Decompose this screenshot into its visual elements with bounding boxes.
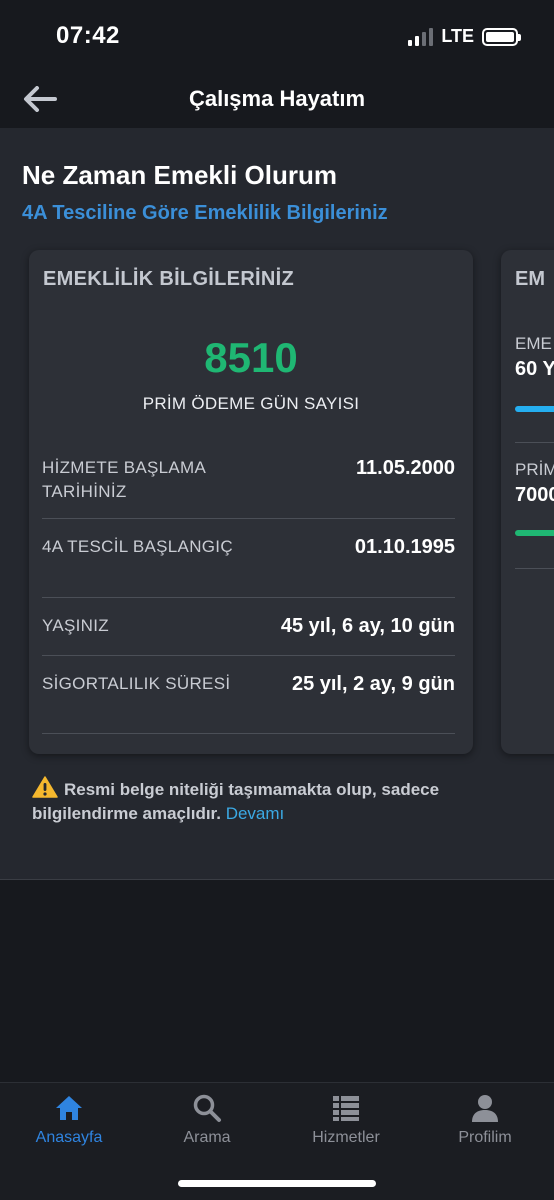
profile-icon xyxy=(472,1095,498,1122)
info-row-registration-start: 4A TESCİL BAŞLANGIÇ 01.10.1995 xyxy=(42,535,455,598)
tab-services[interactable]: Hizmetler xyxy=(277,1093,415,1153)
card-title: EM xyxy=(515,268,545,290)
progress-bar xyxy=(515,530,554,536)
retirement-info-card[interactable]: EMEKLİLİK BİLGİLERİNİZ 8510 PRİM ÖDEME G… xyxy=(29,250,473,754)
info-value: 11.05.2000 xyxy=(356,457,455,479)
page-subtitle-link[interactable]: 4A Tesciline Göre Emeklilik Bilgileriniz xyxy=(22,202,388,225)
info-row-start-date: HİZMETE BAŞLAMA TARİHİNİZ 11.05.2000 xyxy=(42,456,455,519)
premium-days-label: PRİM ÖDEME GÜN SAYISI xyxy=(142,394,360,413)
info-label: 4A TESCİL BAŞLANGIÇ xyxy=(42,537,233,556)
info-label: HİZMETE BAŞLAMA TARİHİNİZ xyxy=(42,458,206,501)
info-value: 01.10.1995 xyxy=(354,536,455,558)
requirement-label: PRİM xyxy=(515,460,554,479)
signal-icon xyxy=(408,27,434,46)
nav-title: Çalışma Hayatım xyxy=(188,86,366,111)
progress-bar xyxy=(515,406,554,412)
battery-icon xyxy=(482,27,521,46)
card-title: EMEKLİLİK BİLGİLERİNİZ xyxy=(43,268,295,290)
info-row-insurance-period: SİGORTALILIK SÜRESİ 25 yıl, 2 ay, 9 gün xyxy=(42,672,455,734)
search-icon xyxy=(193,1094,221,1122)
read-more-link[interactable]: Devamı xyxy=(226,804,285,823)
retirement-requirements-card[interactable]: EM EME 60 Y PRİM 7000 xyxy=(501,250,554,754)
requirement-label: EME xyxy=(515,334,552,353)
info-label: SİGORTALILIK SÜRESİ xyxy=(42,674,231,693)
tab-label: Anasayfa xyxy=(35,1129,103,1146)
disclaimer: Resmi belge niteliği taşımamakta olup, s… xyxy=(32,776,502,826)
tab-profile[interactable]: Profilim xyxy=(416,1093,554,1153)
info-value: 45 yıl, 6 ay, 10 gün xyxy=(280,615,455,637)
content-area: Ne Zaman Emekli Olurum 4A Tesciline Göre… xyxy=(0,128,554,880)
status-indicators: LTE xyxy=(408,26,521,47)
home-icon xyxy=(56,1096,82,1120)
network-label: LTE xyxy=(441,26,474,46)
list-icon xyxy=(333,1096,359,1121)
warning-icon xyxy=(32,776,58,798)
status-bar: 07:42 LTE xyxy=(0,0,554,74)
divider xyxy=(515,568,554,569)
tab-search[interactable]: Arama xyxy=(138,1093,276,1153)
page-title: Ne Zaman Emekli Olurum xyxy=(22,160,337,190)
status-time: 07:42 xyxy=(56,22,120,49)
tab-label: Profilim xyxy=(458,1129,512,1146)
info-label: YAŞINIZ xyxy=(42,616,109,635)
tab-label: Hizmetler xyxy=(312,1129,380,1146)
tab-label: Arama xyxy=(183,1129,231,1146)
navigation-bar: Çalışma Hayatım xyxy=(0,74,554,128)
info-row-age: YAŞINIZ 45 yıl, 6 ay, 10 gün xyxy=(42,614,455,656)
requirement-value: 60 Y xyxy=(515,358,554,380)
premium-days-value: 8510 xyxy=(204,334,298,381)
divider xyxy=(515,442,554,443)
tab-home[interactable]: Anasayfa xyxy=(0,1093,138,1153)
requirement-value: 7000 xyxy=(515,484,554,506)
info-value: 25 yıl, 2 ay, 9 gün xyxy=(291,673,455,695)
home-indicator xyxy=(178,1180,376,1187)
